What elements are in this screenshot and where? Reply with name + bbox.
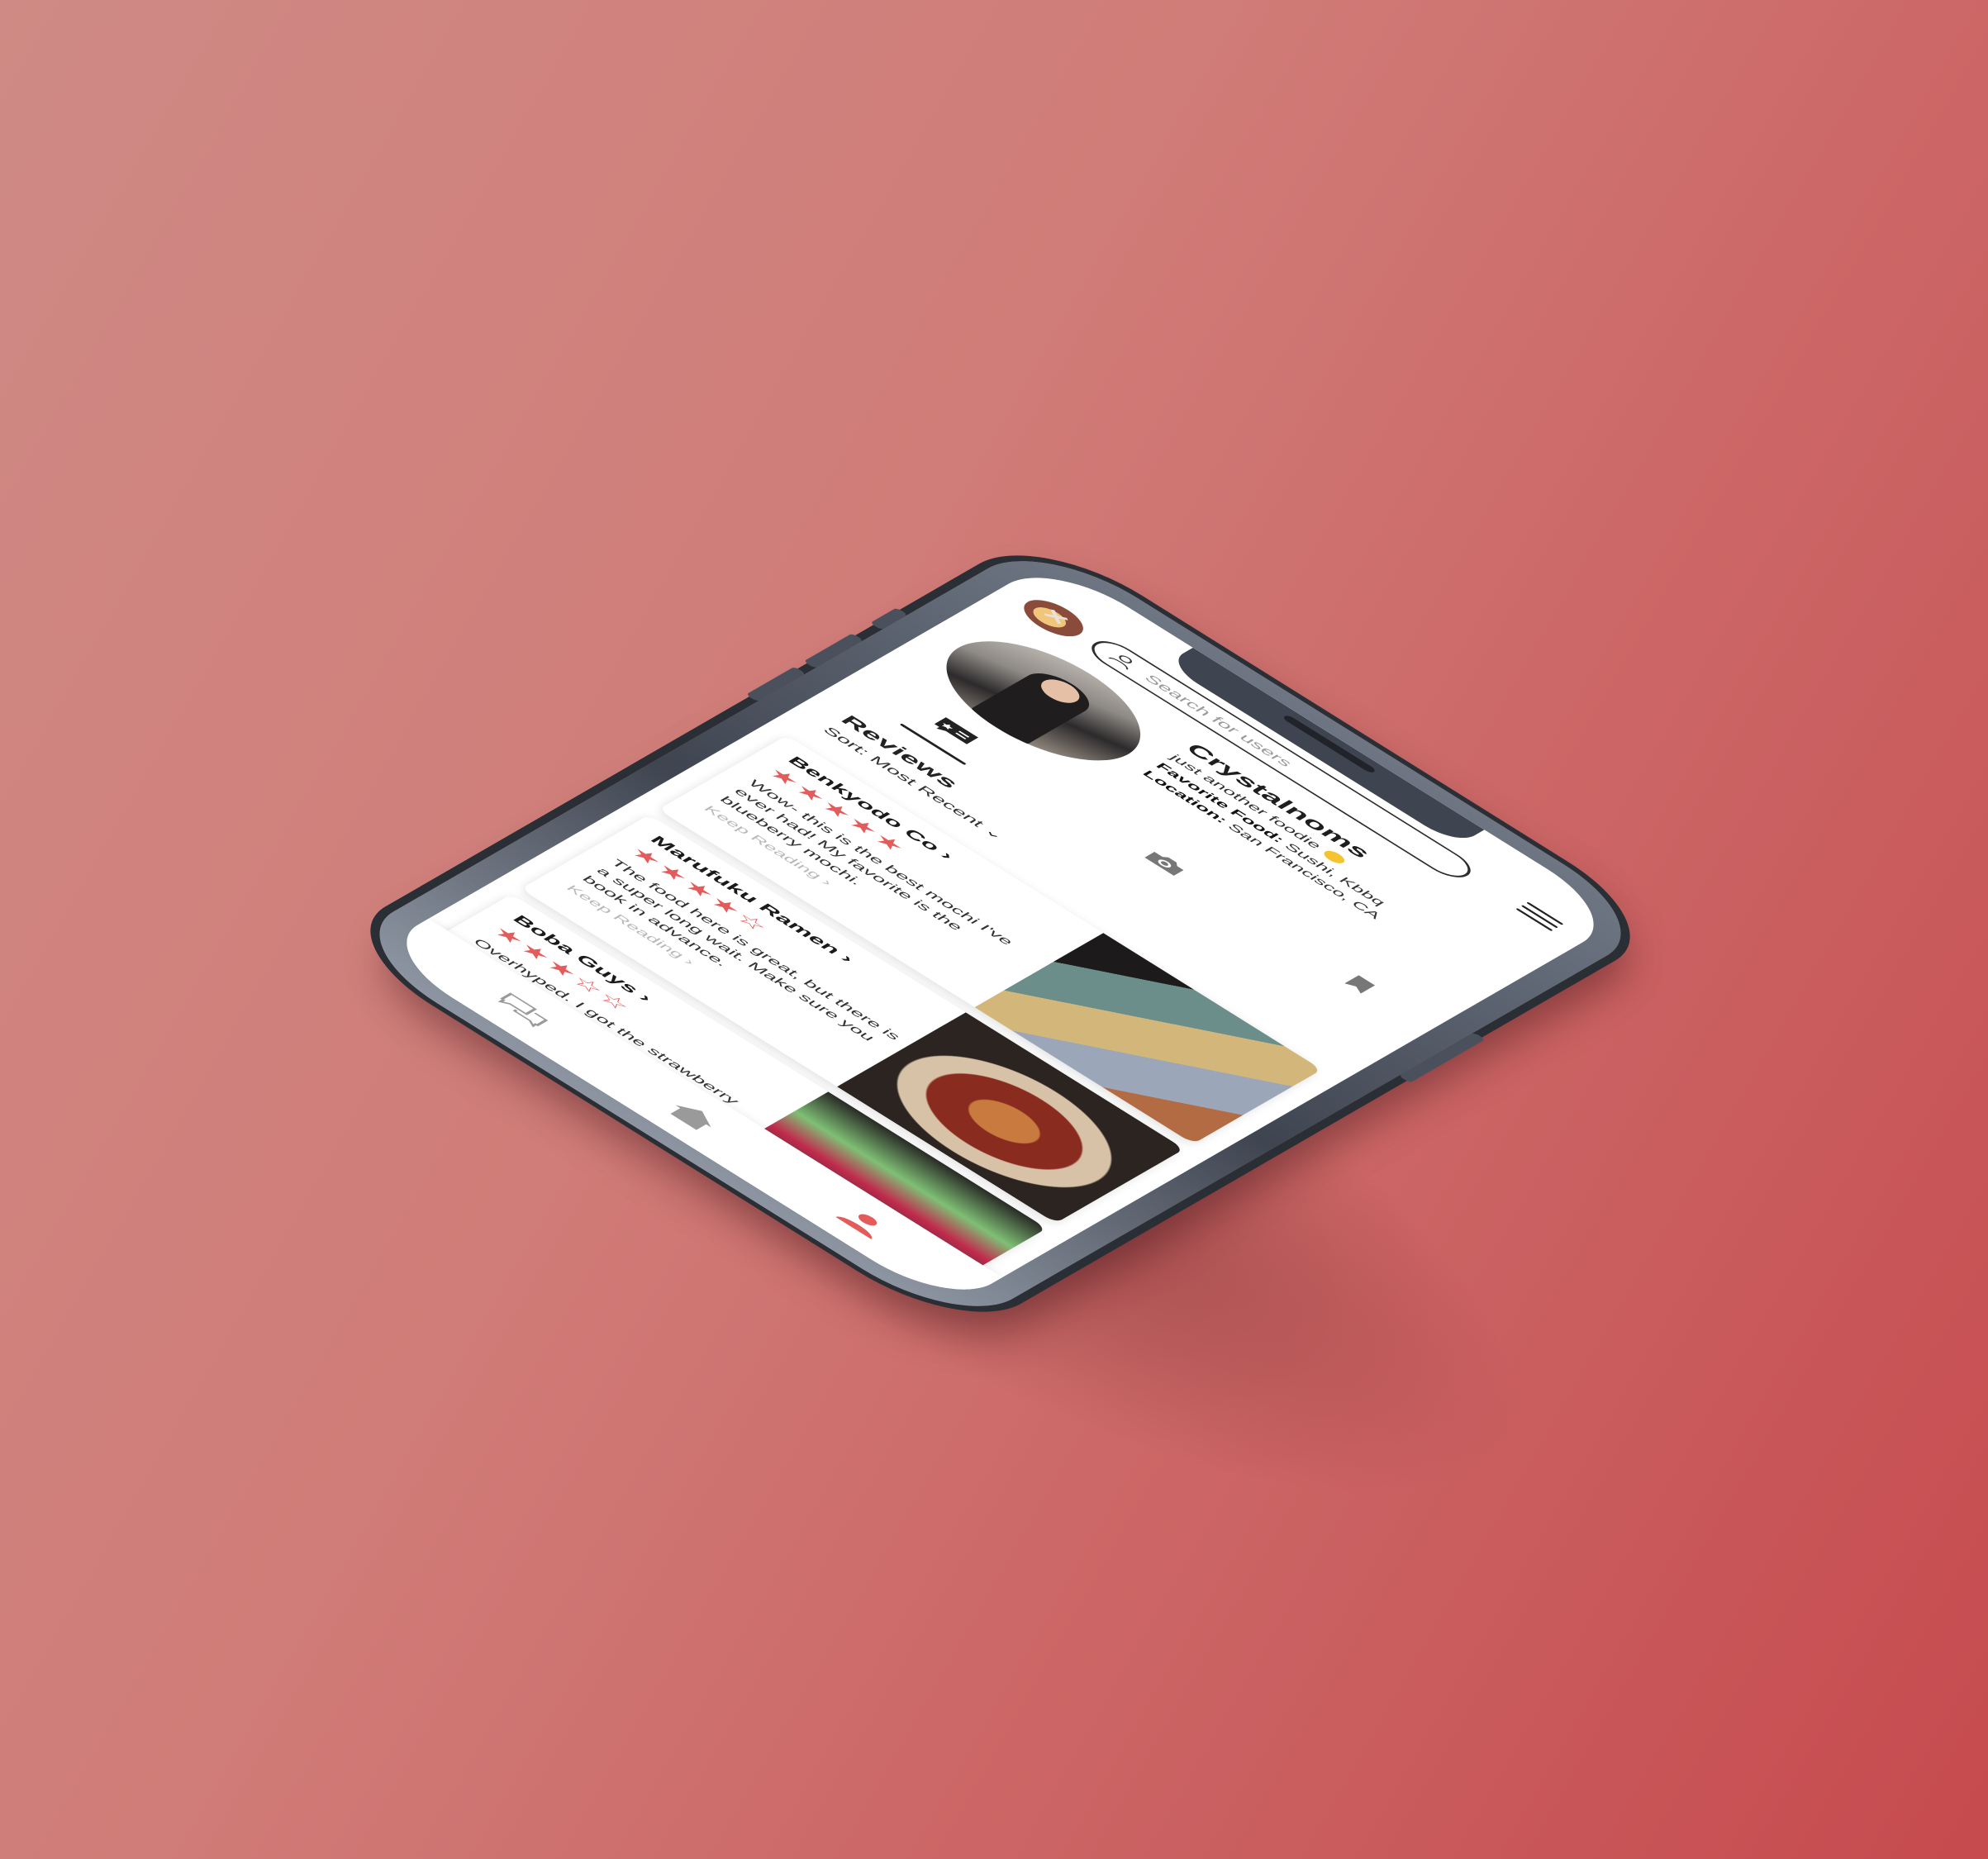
phone: ✕ Search for users Crystalnoms just anot… [340,537,1661,1330]
chevron-right-icon: › [936,849,958,863]
chevron-right-icon: › [681,956,699,968]
chevron-right-icon: › [635,991,657,1005]
user-search-icon [1108,655,1132,670]
chat-icon[interactable] [487,989,559,1032]
profile-icon[interactable] [827,1201,898,1244]
hamburger-menu-icon[interactable] [1512,901,1564,934]
app-screen: ✕ Search for users Crystalnoms just anot… [375,559,1625,1309]
mockup-stage: ✕ Search for users Crystalnoms just anot… [0,0,1988,1859]
home-icon[interactable] [658,1095,729,1138]
chevron-right-icon: › [818,877,836,888]
chevron-right-icon: › [836,952,858,965]
